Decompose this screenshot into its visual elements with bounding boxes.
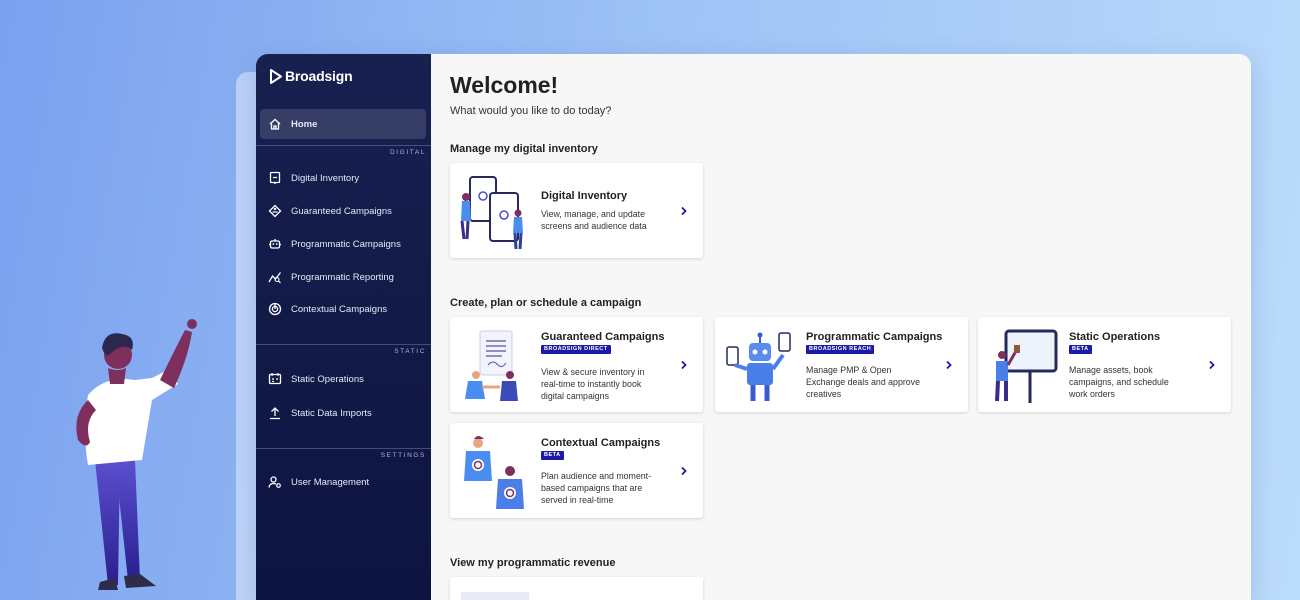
card-description-line: Plan audience and moment- bbox=[541, 471, 652, 481]
card-title: Programmatic Campaigns bbox=[806, 331, 943, 343]
card-digital-inventory[interactable]: Digital Inventory View, manage, and upda… bbox=[450, 163, 703, 258]
play-logo-icon bbox=[270, 68, 282, 84]
sidebar-item-static-operations[interactable]: Static Operations bbox=[260, 364, 426, 394]
card-description-line: View & secure inventory in bbox=[541, 367, 645, 377]
section-title-campaign: Create, plan or schedule a campaign bbox=[450, 297, 642, 309]
sidebar: Broadsign Home DIGITAL Digital Inventory… bbox=[256, 54, 431, 600]
screen-icon bbox=[268, 171, 282, 185]
card-title: Static Operations bbox=[1069, 331, 1161, 343]
card-description: Manage assets, book campaigns, and sched… bbox=[1069, 364, 1169, 400]
card-description: Plan audience and moment- based campaign… bbox=[541, 470, 651, 506]
sidebar-item-label: Home bbox=[291, 118, 318, 130]
card-description-line: served in real-time bbox=[541, 495, 614, 505]
upload-icon bbox=[268, 406, 282, 420]
tag-icon bbox=[268, 204, 282, 218]
target-icon bbox=[268, 302, 282, 316]
card-tag-badge: BROADSIGN DIRECT bbox=[541, 345, 611, 354]
pointing-person-illustration bbox=[76, 319, 197, 590]
card-description: View, manage, and update screens and aud… bbox=[541, 208, 647, 232]
robot-icon bbox=[268, 237, 282, 251]
card-title: Guaranteed Campaigns bbox=[541, 331, 665, 343]
card-programmatic-campaigns[interactable]: Programmatic Campaigns BROADSIGN REACH M… bbox=[715, 317, 968, 412]
section-title-inventory: Manage my digital inventory bbox=[450, 143, 598, 155]
card-description-line: work orders bbox=[1069, 389, 1115, 399]
card-tag-badge: BROADSIGN REACH bbox=[806, 345, 875, 354]
page-title: Welcome! bbox=[450, 72, 559, 98]
sidebar-item-programmatic-campaigns[interactable]: Programmatic Campaigns bbox=[260, 229, 426, 259]
robot-illustration bbox=[726, 332, 791, 401]
chevron-right-icon[interactable] bbox=[1207, 360, 1217, 370]
page-subtitle: What would you like to do today? bbox=[450, 105, 612, 117]
broadsign-logo[interactable]: Broadsign bbox=[270, 68, 353, 84]
card-description-line: based campaigns that are bbox=[541, 483, 643, 493]
app-window: Broadsign Home DIGITAL Digital Inventory… bbox=[256, 54, 1251, 600]
card-tag-badge: BETA bbox=[1069, 345, 1092, 354]
user-gear-icon bbox=[268, 475, 282, 489]
card-description: Manage PMP & Open Exchange deals and app… bbox=[806, 364, 920, 400]
card-programmatic-revenue[interactable] bbox=[450, 577, 703, 600]
contextual-campaigns-illustration bbox=[464, 436, 524, 509]
billboard-illustration bbox=[995, 329, 1058, 403]
sidebar-item-guaranteed-campaigns[interactable]: Guaranteed Campaigns bbox=[260, 196, 426, 226]
card-description-line: Manage assets, book bbox=[1069, 365, 1153, 375]
logo-text: Broadsign bbox=[285, 68, 353, 84]
sidebar-item-programmatic-reporting[interactable]: Programmatic Reporting bbox=[260, 262, 426, 292]
chevron-right-icon[interactable] bbox=[944, 360, 954, 370]
main-content: Welcome! What would you like to do today… bbox=[431, 54, 1251, 600]
chevron-right-icon[interactable] bbox=[679, 360, 689, 370]
card-description: View & secure inventory in real-time to … bbox=[541, 366, 645, 402]
card-title: Digital Inventory bbox=[541, 190, 628, 202]
home-icon bbox=[268, 117, 282, 131]
card-contextual-campaigns[interactable]: Contextual Campaigns BETA Plan audience … bbox=[450, 423, 703, 518]
card-description-line: creatives bbox=[806, 389, 842, 399]
guaranteed-campaigns-illustration bbox=[465, 330, 518, 401]
card-guaranteed-campaigns[interactable]: Guaranteed Campaigns BROADSIGN DIRECT Vi… bbox=[450, 317, 703, 412]
sidebar-item-label: User Management bbox=[291, 476, 370, 488]
section-divider bbox=[256, 448, 431, 449]
sidebar-item-digital-inventory[interactable]: Digital Inventory bbox=[260, 163, 426, 193]
chevron-right-icon[interactable] bbox=[679, 206, 689, 216]
chevron-right-icon[interactable] bbox=[679, 466, 689, 476]
sidebar-item-label: Programmatic Reporting bbox=[291, 271, 394, 283]
revenue-illustration bbox=[461, 592, 529, 600]
sidebar-item-label: Static Operations bbox=[291, 373, 364, 385]
sidebar-item-label: Static Data Imports bbox=[291, 407, 372, 419]
sidebar-item-label: Digital Inventory bbox=[291, 172, 360, 184]
section-title-revenue: View my programmatic revenue bbox=[450, 557, 616, 569]
section-divider bbox=[256, 145, 431, 146]
card-static-operations[interactable]: Static Operations BETA Manage assets, bo… bbox=[978, 317, 1231, 412]
card-description-line: screens and audience data bbox=[541, 221, 647, 231]
card-tag-badge: BETA bbox=[541, 451, 564, 460]
sidebar-item-label: Contextual Campaigns bbox=[291, 303, 388, 315]
sidebar-item-static-data-imports[interactable]: Static Data Imports bbox=[260, 398, 426, 428]
card-description-line: Exchange deals and approve bbox=[806, 377, 920, 387]
sidebar-item-contextual-campaigns[interactable]: Contextual Campaigns bbox=[260, 294, 426, 324]
card-description-line: digital campaigns bbox=[541, 391, 609, 401]
section-label-digital: DIGITAL bbox=[389, 149, 426, 156]
card-description-line: campaigns, and schedule bbox=[1069, 377, 1169, 387]
chart-icon bbox=[268, 270, 282, 284]
sidebar-item-label: Guaranteed Campaigns bbox=[291, 205, 392, 217]
sidebar-item-label: Programmatic Campaigns bbox=[291, 238, 401, 250]
card-description-line: Manage PMP & Open bbox=[806, 365, 892, 375]
sidebar-item-home[interactable]: Home bbox=[260, 109, 426, 139]
sidebar-item-user-management[interactable]: User Management bbox=[260, 467, 426, 497]
section-label-static: STATIC bbox=[394, 348, 426, 355]
section-divider bbox=[256, 344, 431, 345]
card-description-line: real-time to instantly book bbox=[541, 379, 642, 389]
card-title: Contextual Campaigns bbox=[541, 437, 661, 449]
section-label-settings: SETTINGS bbox=[380, 452, 426, 459]
digital-inventory-illustration bbox=[460, 176, 523, 250]
calendar-icon bbox=[268, 372, 282, 386]
card-description-line: View, manage, and update bbox=[541, 209, 646, 219]
